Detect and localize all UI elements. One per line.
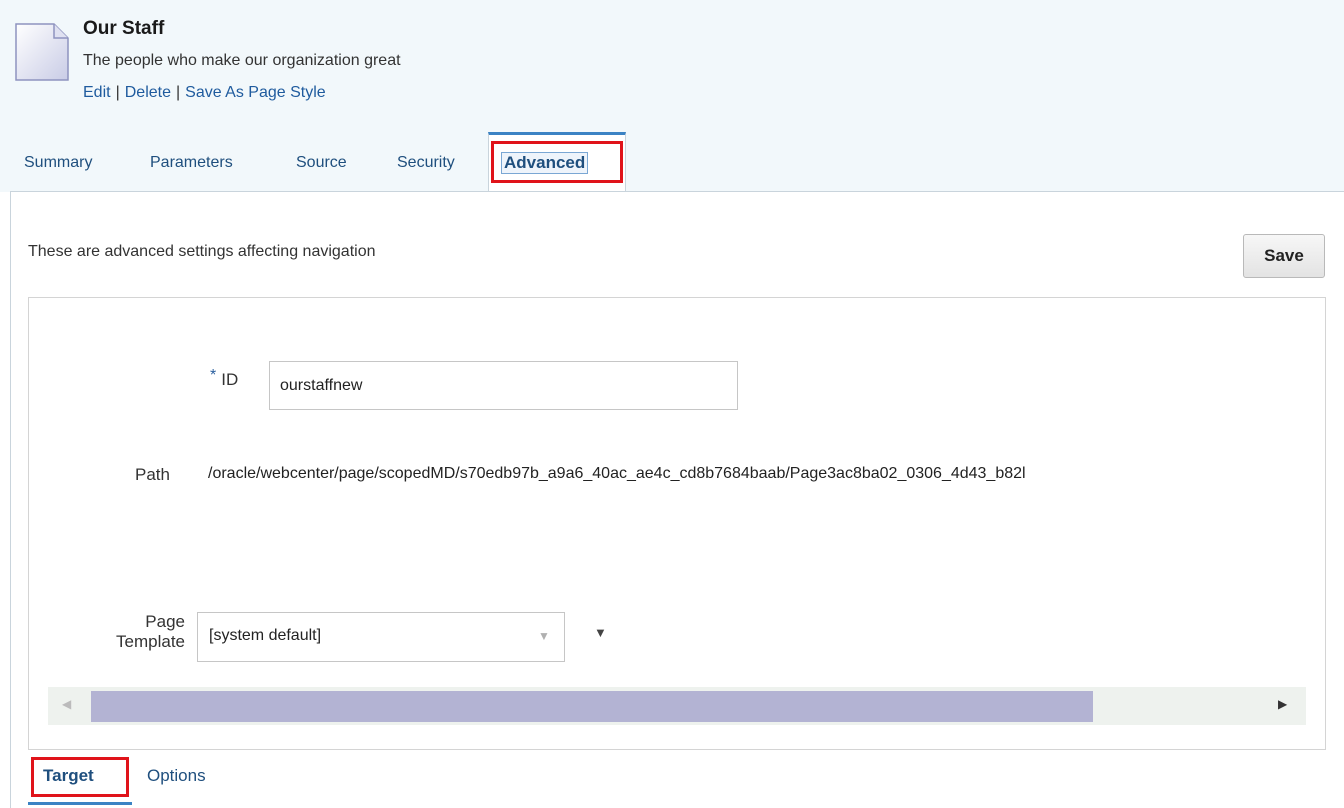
action-separator: |	[115, 84, 120, 101]
edit-link[interactable]: Edit	[83, 84, 111, 101]
page-template-value: [system default]	[209, 627, 322, 644]
dropdown-menu-icon[interactable]: ▼	[594, 625, 607, 640]
tab-advanced-label[interactable]: Advanced	[501, 152, 589, 174]
tab-target-label[interactable]: Target	[43, 766, 94, 786]
id-field[interactable]	[269, 361, 738, 410]
horizontal-scrollbar[interactable]: ◀ ▶	[48, 687, 1306, 725]
path-value: /oracle/webcenter/page/scopedMD/s70edb97…	[208, 465, 1026, 482]
tab-options[interactable]: Options	[147, 766, 206, 786]
tab-parameters[interactable]: Parameters	[150, 154, 233, 172]
id-label: * ID	[210, 367, 239, 390]
page-subtitle: The people who make our organization gre…	[83, 52, 401, 69]
tab-source[interactable]: Source	[296, 154, 347, 172]
tab-summary[interactable]: Summary	[24, 154, 92, 172]
path-label: Path	[135, 465, 170, 484]
scroll-right-icon[interactable]: ▶	[1278, 697, 1287, 711]
id-label-text: ID	[221, 370, 239, 389]
action-separator: |	[175, 84, 181, 101]
required-marker: *	[210, 367, 217, 384]
page-template-label-line2: Template	[116, 632, 185, 651]
delete-link[interactable]: Delete	[125, 84, 171, 101]
page-title: Our Staff	[83, 18, 165, 39]
page-actions: Edit | Delete | Save As Page Style	[83, 84, 326, 102]
page-template-label-line1: Page	[145, 612, 185, 631]
tab-advanced[interactable]: Advanced	[488, 132, 626, 192]
chevron-down-icon[interactable]: ▼	[538, 629, 550, 643]
scrollbar-thumb[interactable]	[91, 691, 1093, 722]
page-document-icon	[15, 23, 69, 81]
page-template-select[interactable]: [system default] ▼	[197, 612, 565, 662]
bottom-tabs: Target Options	[28, 752, 1344, 808]
scroll-left-icon[interactable]: ◀	[62, 697, 71, 711]
page-template-label: Page Template	[80, 612, 185, 652]
intro-text: These are advanced settings affecting na…	[28, 243, 376, 260]
settings-tabs: Summary Parameters Source Security Advan…	[0, 132, 1344, 192]
tab-target[interactable]: Target	[28, 752, 132, 805]
save-as-page-style-link[interactable]: Save As Page Style	[185, 84, 326, 101]
save-button[interactable]: Save	[1243, 234, 1325, 278]
tab-security[interactable]: Security	[397, 154, 455, 172]
